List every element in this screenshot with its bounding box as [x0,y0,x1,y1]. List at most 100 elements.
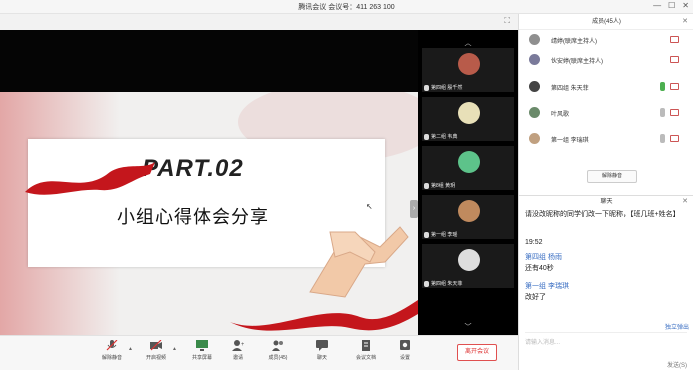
members-button[interactable]: 成员(45) [258,340,298,368]
member-row[interactable]: 叶风歌 [529,103,689,123]
avatar [529,107,540,118]
invite-icon: + [232,340,244,351]
mic-icon [424,280,429,287]
camera-off-icon [670,56,679,63]
chat-message: 第一组 李瑞琪 改好了 [525,281,685,303]
chat-title: 聊天 [600,199,613,205]
send-button[interactable]: 发送(S) [667,360,687,369]
thumbnail-tile[interactable]: 第一组 李瑶 [422,195,514,239]
mic-icon [660,82,665,91]
meeting-app: 腾讯会议 会议号：411 263 100 — ☐ ✕ ⛶ PART.02 小组心… [0,0,693,370]
members-header: 成员(45人) ✕ [519,14,693,30]
video-stage: ⛶ PART.02 小组心得体会分享 ↖ › ︿ 第四组 殷千然 第二组 韦典 … [0,14,518,335]
share-screen-button[interactable]: 共享屏幕 [182,340,222,368]
avatar [529,34,540,45]
avatar [529,54,540,65]
start-video-button[interactable]: 开启视频 [136,340,176,368]
camera-off-icon [150,340,162,351]
settings-icon [400,340,410,350]
avatar [458,102,480,124]
member-name: 第四组 朱天菲 [551,86,589,92]
screen-share-view: PART.02 小组心得体会分享 ↖ › ︿ 第四组 殷千然 第二组 韦典 第8… [0,30,518,335]
mic-icon [424,231,429,238]
side-panel: 成员(45人) ✕ 靖婷(联席主持人) 伙安婷(联席主持人) 第四组 朱天菲 叶… [518,14,693,370]
member-name: 叶风歌 [551,112,570,118]
camera-off-icon [670,135,679,142]
presentation-slide: PART.02 小组心得体会分享 ↖ [0,92,418,335]
chat-button[interactable]: 聊天 [302,340,342,368]
member-row[interactable]: 第四组 朱天菲 [529,77,689,97]
thumbnail-label: 第二组 韦典 [431,134,458,140]
member-name: 靖婷(联席主持人) [551,39,597,45]
chat-timestamp: 19:52 [525,239,543,246]
scroll-up-icon[interactable]: ︿ [418,38,518,48]
members-title: 成员(45人) [592,19,621,25]
fullscreen-icon[interactable]: ⛶ [504,16,510,26]
ribbon-graphic [25,162,155,195]
member-row[interactable]: 伙安婷(联席主持人) [529,50,689,70]
thumbnail-tile[interactable]: 第二组 韦典 [422,97,514,141]
thumbnail-tile[interactable]: 第四组 殷千然 [422,48,514,92]
handshake-graphic [309,226,409,298]
svg-text:+: + [241,342,244,348]
close-icon[interactable]: ✕ [682,1,689,10]
thumbnail-label: 第8组 黄玥 [431,183,456,189]
chat-icon [316,340,328,351]
chat-header: 聊天 ✕ [519,195,693,207]
chat-message: 请没改昵称的同学们改一下昵称，【班几班+姓名】 [525,211,680,218]
unmute-button[interactable]: 解除静音 [92,340,132,368]
thumbnail-label: 第四组 殷千然 [431,85,463,91]
close-icon[interactable]: ✕ [682,196,688,208]
avatar [529,133,540,144]
members-icon [272,340,283,351]
camera-off-icon [670,36,679,43]
thumbnail-tile[interactable]: 第四组 朱天菲 [422,244,514,288]
close-icon[interactable]: ✕ [682,14,688,30]
stage-top-bar: ⛶ [0,14,518,30]
mic-icon [660,108,665,117]
avatar [458,200,480,222]
minimize-icon[interactable]: — [653,1,661,10]
member-name: 伙安婷(联席主持人) [551,59,603,65]
chat-text: 改好了 [525,294,546,301]
video-options-icon[interactable]: ▲ [172,346,177,352]
camera-off-icon [670,109,679,116]
participant-thumbnails: ︿ 第四组 殷千然 第二组 韦典 第8组 黄玥 第一组 李瑶 第四组 朱天菲 ﹀ [418,30,518,335]
avatar [529,81,540,92]
thumbnail-label: 第四组 朱天菲 [431,281,463,287]
invite-button[interactable]: + 邀请 [218,340,258,368]
mic-icon [424,182,429,189]
scroll-down-icon[interactable]: ﹀ [418,322,518,332]
window-controls: — ☐ ✕ [653,1,689,10]
leave-meeting-button[interactable]: 离开会议 [457,344,497,361]
popout-chat-link[interactable]: 独立弹出 [665,322,689,331]
avatar [458,249,480,271]
audio-options-icon[interactable]: ▲ [128,346,133,352]
unmute-all-button[interactable]: 解除静音 [587,170,637,183]
chat-sender[interactable]: 第四组 杨雨 [525,252,685,263]
collapse-thumbs-icon[interactable]: › [410,200,418,218]
mic-muted-icon [106,340,118,351]
member-name: 第一组 李瑞琪 [551,138,589,144]
chat-message: 第四组 杨雨 还有40秒 [525,252,685,274]
meeting-toolbar: 解除静音 ▲ 开启视频 ▲ 共享屏幕 + 邀请 成员(45) 聊天 会议文档 设… [0,335,518,370]
chat-input[interactable]: 请输入消息... [525,332,687,348]
title-bar: 腾讯会议 会议号：411 263 100 — ☐ ✕ [0,0,693,14]
slide-subtitle: 小组心得体会分享 [117,207,269,227]
member-row[interactable]: 靖婷(联席主持人) [529,30,689,50]
thumbnail-label: 第一组 李瑶 [431,232,458,238]
mic-icon [424,133,429,140]
mic-icon [660,134,665,143]
settings-button[interactable]: 设置 [385,340,425,368]
maximize-icon[interactable]: ☐ [668,1,675,10]
member-row[interactable]: 第一组 李瑞琪 [529,129,689,149]
camera-off-icon [670,83,679,90]
meeting-docs-button[interactable]: 会议文档 [346,340,386,368]
window-title: 腾讯会议 会议号：411 263 100 [298,4,395,11]
screen-share-icon [196,340,208,351]
chat-sender[interactable]: 第一组 李瑞琪 [525,281,685,292]
avatar [458,151,480,173]
document-icon [362,340,370,351]
thumbnail-tile[interactable]: 第8组 黄玥 [422,146,514,190]
mouse-cursor-icon: ↖ [366,202,373,211]
